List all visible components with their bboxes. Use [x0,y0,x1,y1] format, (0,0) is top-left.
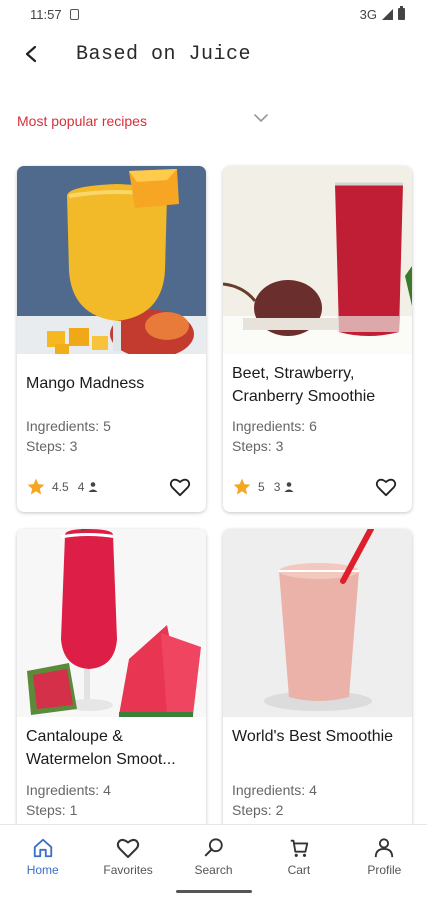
signal-icon [382,8,393,20]
recipe-steps: Steps: 3 [26,438,78,454]
bottom-navigation: Home Favorites Search Cart Profile [0,824,427,900]
rating-value: 5 [258,480,265,494]
nav-item-profile[interactable]: Profile [342,825,427,900]
recipe-image [223,166,412,354]
sort-dropdown[interactable]: Most popular recipes [17,108,277,134]
recipe-card[interactable]: Cantaloupe & Watermelon Smoot... Ingredi… [17,529,206,829]
person-icon [375,838,394,858]
recipe-title: Cantaloupe & Watermelon Smoot... [26,728,176,768]
recipe-title: Beet, Strawberry, Cranberry Smoothie [232,365,376,405]
chevron-down-icon [254,114,268,122]
favorite-button[interactable] [372,473,400,501]
recipe-ingredients: Ingredients: 4 [232,782,317,798]
rating-row: 4.5 4 [26,477,99,497]
gesture-bar[interactable] [176,890,252,893]
person-icon [88,482,98,492]
rating-count: 3 [273,480,281,494]
nav-label: Search [194,863,233,877]
search-icon [204,838,223,857]
nav-item-search[interactable]: Search [171,825,256,900]
recipe-title: World's Best Smoothie [232,728,394,745]
recipe-ingredients: Ingredients: 6 [232,418,317,434]
favorite-button[interactable] [166,473,194,501]
star-icon [233,478,251,495]
nav-label: Profile [367,863,402,877]
status-time: 11:57 [30,6,62,22]
arrow-left-icon [25,45,37,63]
nav-item-cart[interactable]: Cart [256,825,341,900]
recipe-steps: Steps: 3 [232,438,284,454]
battery-icon [398,6,405,20]
sort-label: Most popular recipes [17,113,147,129]
app-bar: Based on Juice [0,32,427,76]
person-icon [284,482,294,492]
recipe-steps: Steps: 2 [232,802,284,818]
recipe-card[interactable]: Beet, Strawberry, Cranberry Smoothie Ing… [223,166,412,512]
recipe-ingredients: Ingredients: 5 [26,418,111,434]
nav-label: Favorites [103,863,153,877]
recipe-title: Mango Madness [26,375,145,392]
recipe-card[interactable]: World's Best Smoothie Ingredients: 4 Ste… [223,529,412,829]
back-button[interactable] [12,34,52,74]
heart-outline-icon [375,478,397,497]
rating-value: 4.5 [52,480,69,494]
status-bar: 11:57 3G [0,0,427,28]
heart-icon [116,839,140,858]
page-title: Based on Juice [76,42,252,66]
heart-outline-icon [169,478,191,497]
recipe-ingredients: Ingredients: 4 [26,782,111,798]
rating-count: 4 [77,480,85,494]
recipe-card[interactable]: Mango Madness Ingredients: 5 Steps: 3 4.… [17,166,206,512]
sim-icon [69,8,79,20]
recipe-image [223,529,412,717]
nav-item-favorites[interactable]: Favorites [85,825,170,900]
home-icon [33,838,52,858]
rating-row: 5 3 [232,477,295,497]
network-type: 3G [359,6,377,22]
recipe-steps: Steps: 1 [26,802,78,818]
nav-item-home[interactable]: Home [0,825,85,900]
nav-label: Cart [287,863,311,877]
recipe-image [17,529,206,717]
recipe-image [17,166,206,354]
cart-icon [290,839,309,857]
nav-label: Home [26,863,59,877]
star-icon [27,478,45,495]
